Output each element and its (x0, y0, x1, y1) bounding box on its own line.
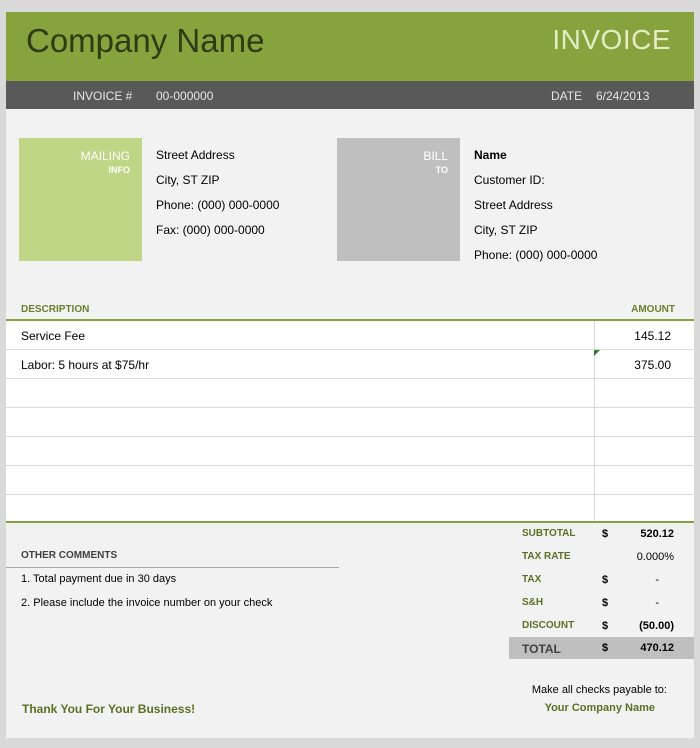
table-row[interactable] (6, 495, 694, 521)
table-row[interactable] (6, 379, 694, 408)
mailing-info-box: MAILING INFO (19, 138, 142, 261)
mailing-city[interactable]: City, ST ZIP (156, 168, 279, 193)
bill-to-address: Name Customer ID: Street Address City, S… (474, 143, 597, 268)
mailing-street[interactable]: Street Address (156, 143, 279, 168)
description-header: DESCRIPTION (21, 304, 90, 315)
table-row[interactable]: Labor: 5 hours at $75/hr 375.00 (6, 350, 694, 379)
bill-to-sublabel: TO (435, 165, 448, 175)
table-bottom-rule (6, 521, 694, 523)
tax-value: - (655, 574, 659, 586)
subtotal-currency: $ (602, 528, 609, 540)
company-name[interactable]: Company Name (26, 22, 264, 60)
subtotal-label: SUBTOTAL (522, 528, 576, 539)
bill-to-box: BILL TO (337, 138, 460, 261)
invoice-header: Company Name INVOICE (6, 12, 694, 81)
mailing-label: MAILING (80, 149, 130, 163)
sh-currency: $ (602, 597, 609, 609)
discount-currency: $ (602, 620, 609, 632)
bill-to-customer-id[interactable]: Customer ID: (474, 168, 597, 193)
mailing-fax[interactable]: Fax: (000) 000-0000 (156, 218, 279, 243)
line-items-table: Service Fee 145.12 Labor: 5 hours at $75… (6, 321, 694, 521)
sh-label: S&H (522, 597, 544, 608)
total-currency: $ (602, 642, 609, 654)
mailing-phone[interactable]: Phone: (000) 000-0000 (156, 193, 279, 218)
bill-to-label: BILL (423, 149, 448, 163)
tax-label: TAX (522, 574, 542, 585)
tax-rate-label: TAX RATE (522, 551, 571, 562)
thank-you-message[interactable]: Thank You For Your Business! (22, 702, 195, 716)
date-label: DATE (551, 89, 583, 103)
invoice-title: INVOICE (552, 24, 671, 55)
discount-label: DISCOUNT (522, 620, 575, 631)
row-amount[interactable]: 375.00 (634, 358, 671, 372)
invoice-sheet: Company Name INVOICE INVOICE # 00-000000… (6, 12, 694, 738)
invoice-number-label: INVOICE # (73, 89, 133, 103)
bill-to-street[interactable]: Street Address (474, 193, 597, 218)
table-row[interactable] (6, 466, 694, 495)
table-row[interactable]: Service Fee 145.12 (6, 321, 694, 350)
tax-rate-value[interactable]: 0.000% (637, 551, 674, 563)
table-row[interactable] (6, 408, 694, 437)
bill-to-city[interactable]: City, ST ZIP (474, 218, 597, 243)
comments-rule (6, 567, 339, 568)
cell-comment-marker (594, 350, 600, 356)
total-value: 470.12 (640, 642, 674, 654)
mailing-address: Street Address City, ST ZIP Phone: (000)… (156, 143, 279, 243)
bill-to-phone[interactable]: Phone: (000) 000-0000 (474, 243, 597, 268)
invoice-date[interactable]: 6/24/2013 (596, 89, 649, 103)
row-description[interactable]: Labor: 5 hours at $75/hr (21, 358, 149, 372)
payable-to-company[interactable]: Your Company Name (545, 702, 655, 714)
row-amount[interactable]: 145.12 (634, 329, 671, 343)
row-description[interactable]: Service Fee (21, 329, 85, 343)
payable-to-label[interactable]: Make all checks payable to: (532, 684, 667, 696)
tax-currency: $ (602, 574, 609, 586)
other-comments-heading: OTHER COMMENTS (21, 550, 118, 561)
sh-value[interactable]: - (655, 597, 659, 609)
comment-item[interactable]: 1. Total payment due in 30 days (21, 573, 176, 585)
subtotal-value: 520.12 (640, 528, 674, 540)
table-row[interactable] (6, 437, 694, 466)
mailing-sublabel: INFO (108, 165, 131, 175)
bill-to-name[interactable]: Name (474, 143, 597, 168)
total-label: TOTAL (522, 642, 561, 656)
invoice-number[interactable]: 00-000000 (156, 89, 213, 103)
invoice-info-bar: INVOICE # 00-000000 DATE 6/24/2013 (6, 81, 694, 109)
comment-item[interactable]: 2. Please include the invoice number on … (21, 597, 272, 609)
discount-value[interactable]: (50.00) (639, 620, 674, 632)
amount-header: AMOUNT (631, 304, 675, 315)
